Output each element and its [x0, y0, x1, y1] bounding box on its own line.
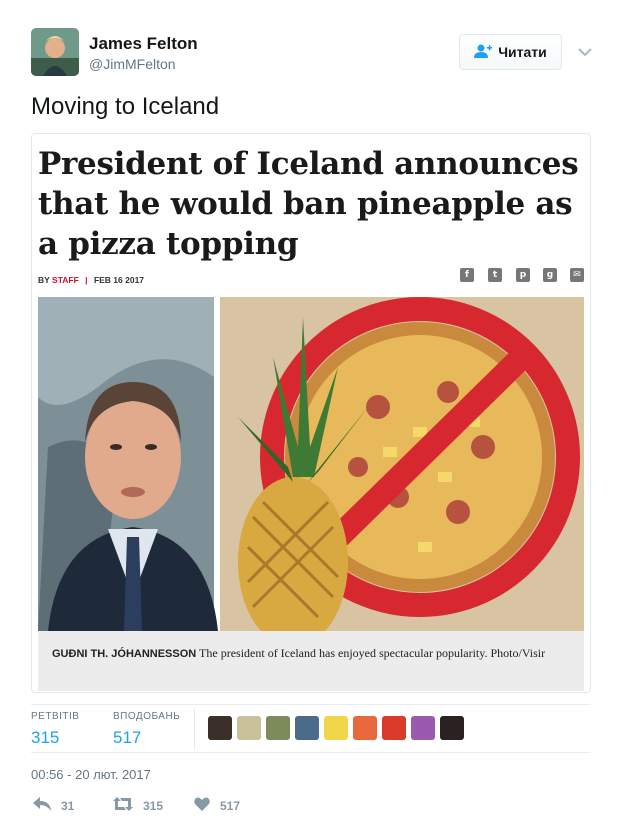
- avatar[interactable]: [353, 716, 377, 740]
- chevron-down-icon[interactable]: [578, 44, 592, 57]
- likers-avatars: [208, 716, 464, 740]
- author-avatar[interactable]: [31, 28, 79, 76]
- photo-caption: GUÐNI TH. JÓHANNESSON The president of I…: [38, 631, 584, 691]
- google-plus-icon: g: [543, 268, 557, 282]
- avatar[interactable]: [266, 716, 290, 740]
- byline-author: STAFF: [52, 275, 79, 285]
- reply-icon: [33, 797, 51, 814]
- pinterest-icon: p: [516, 268, 530, 282]
- reply-count: 31: [61, 798, 75, 813]
- tweet-timestamp[interactable]: 00:56 - 20 лют. 2017: [31, 767, 151, 782]
- add-user-icon: [474, 44, 493, 61]
- follow-button[interactable]: Читати: [459, 34, 562, 70]
- reply-button[interactable]: 31: [33, 797, 74, 814]
- avatar[interactable]: [237, 716, 261, 740]
- retweet-count: 315: [143, 798, 164, 813]
- likes-stat[interactable]: ВПОДОБАНЬ 517: [113, 711, 180, 748]
- caption-text: The president of Iceland has enjoyed spe…: [199, 646, 546, 660]
- heart-icon: [194, 797, 210, 814]
- tweet-text: Moving to Iceland: [31, 93, 220, 120]
- like-button[interactable]: 517: [194, 797, 240, 814]
- facebook-icon: f: [460, 268, 474, 282]
- avatar[interactable]: [382, 716, 406, 740]
- avatar[interactable]: [208, 716, 232, 740]
- retweets-label: РЕТВІТІВ: [31, 711, 80, 722]
- avatar[interactable]: [411, 716, 435, 740]
- follow-button-label: Читати: [498, 44, 547, 60]
- article-photo: [38, 297, 584, 631]
- byline-separator: |: [85, 275, 88, 285]
- article-headline: President of Iceland announces that he w…: [38, 146, 579, 262]
- likes-label: ВПОДОБАНЬ: [113, 711, 181, 722]
- author-name[interactable]: James Felton: [89, 34, 198, 54]
- stats-divider: [194, 708, 195, 750]
- retweet-button[interactable]: 315: [113, 797, 163, 814]
- byline-date: FEB 16 2017: [93, 275, 145, 285]
- divider: [31, 704, 591, 705]
- twitter-icon: t: [488, 268, 502, 282]
- divider: [31, 752, 591, 753]
- avatar[interactable]: [324, 716, 348, 740]
- article-byline: BY STAFF | FEB 16 2017: [38, 275, 144, 285]
- likes-count[interactable]: 517: [113, 728, 180, 748]
- email-icon: ✉: [570, 268, 584, 282]
- avatar[interactable]: [295, 716, 319, 740]
- avatar[interactable]: [440, 716, 464, 740]
- like-count: 517: [220, 798, 241, 813]
- retweets-stat[interactable]: РЕТВІТІВ 315: [31, 711, 79, 748]
- retweets-count[interactable]: 315: [31, 728, 79, 748]
- media-card[interactable]: President of Iceland announces that he w…: [31, 133, 591, 693]
- caption-name: GUÐNI TH. JÓHANNESSON: [52, 648, 197, 660]
- author-handle[interactable]: @JimMFelton: [89, 56, 176, 72]
- retweet-icon: [113, 797, 133, 814]
- byline-prefix: BY: [38, 275, 50, 285]
